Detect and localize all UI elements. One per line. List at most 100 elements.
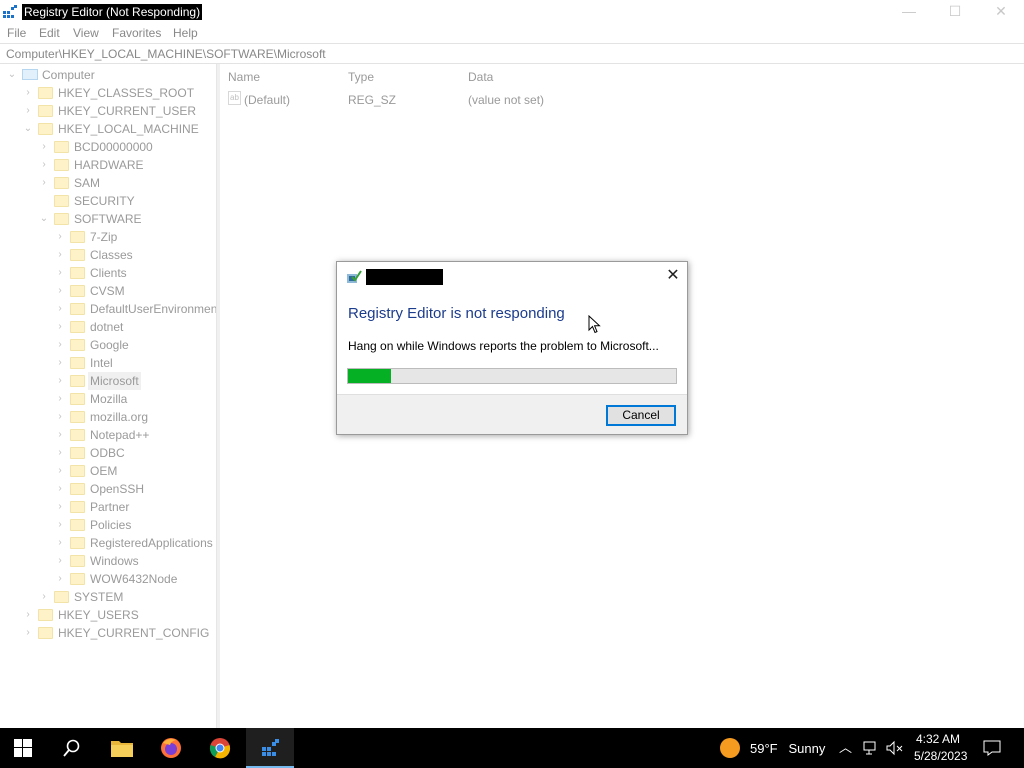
menu-favorites[interactable]: Favorites bbox=[112, 26, 161, 41]
start-button[interactable] bbox=[14, 739, 32, 757]
tree-node[interactable]: › RegisteredApplications bbox=[0, 534, 216, 552]
tree-node[interactable]: › SAM bbox=[0, 174, 216, 192]
chevron-right-icon[interactable]: › bbox=[54, 570, 66, 588]
tree-node[interactable]: ⌄ SOFTWARE bbox=[0, 210, 216, 228]
tree-node[interactable]: ⌄ HKEY_LOCAL_MACHINE bbox=[0, 120, 216, 138]
search-icon[interactable] bbox=[63, 739, 81, 757]
value-name[interactable]: (Default) bbox=[244, 93, 290, 107]
tree-node[interactable]: › HKEY_USERS bbox=[0, 606, 216, 624]
report-progress-bar bbox=[347, 368, 677, 384]
tree-node[interactable]: › 7-Zip bbox=[0, 228, 216, 246]
sunny-weather-icon[interactable] bbox=[720, 738, 740, 758]
chevron-right-icon[interactable]: › bbox=[54, 426, 66, 444]
tree-node[interactable]: › ODBC bbox=[0, 444, 216, 462]
folder-icon bbox=[70, 573, 85, 585]
tree-node[interactable]: › dotnet bbox=[0, 318, 216, 336]
chevron-right-icon[interactable]: › bbox=[54, 552, 66, 570]
volume-muted-icon[interactable] bbox=[886, 740, 904, 756]
chevron-up-icon[interactable]: ︿ bbox=[839, 740, 852, 756]
tree-node[interactable]: › Notepad++ bbox=[0, 426, 216, 444]
close-window-button[interactable]: ✕ bbox=[978, 0, 1024, 24]
dialog-message: Hang on while Windows reports the proble… bbox=[348, 339, 659, 353]
chevron-right-icon[interactable]: › bbox=[54, 462, 66, 480]
tree-node[interactable]: › DefaultUserEnvironmen bbox=[0, 300, 216, 318]
tree-node[interactable]: › Partner bbox=[0, 498, 216, 516]
chevron-right-icon[interactable]: › bbox=[54, 408, 66, 426]
address-bar[interactable]: Computer\HKEY_LOCAL_MACHINE\SOFTWARE\Mic… bbox=[0, 43, 1024, 64]
tree-node[interactable]: › Policies bbox=[0, 516, 216, 534]
minimize-button[interactable]: — bbox=[886, 0, 932, 24]
menu-view[interactable]: View bbox=[73, 26, 99, 41]
tree-node[interactable]: › OEM bbox=[0, 462, 216, 480]
chevron-down-icon[interactable]: ⌄ bbox=[22, 120, 34, 138]
chevron-right-icon[interactable]: › bbox=[54, 318, 66, 336]
file-explorer-icon[interactable] bbox=[111, 739, 133, 757]
chevron-right-icon[interactable]: › bbox=[54, 444, 66, 462]
tree-node-computer[interactable]: ⌄ Computer bbox=[0, 66, 216, 84]
tree-node[interactable]: › OpenSSH bbox=[0, 480, 216, 498]
column-header-name[interactable]: Name bbox=[228, 70, 260, 84]
weather-widget[interactable]: 59°F Sunny bbox=[750, 741, 825, 756]
chevron-right-icon[interactable]: › bbox=[54, 354, 66, 372]
tree-node[interactable]: › WOW6432Node bbox=[0, 570, 216, 588]
chevron-down-icon[interactable]: ⌄ bbox=[38, 210, 50, 228]
tree-node[interactable]: › Microsoft bbox=[0, 372, 216, 390]
chevron-right-icon[interactable]: › bbox=[54, 336, 66, 354]
menu-file[interactable]: File bbox=[7, 26, 26, 41]
chevron-right-icon[interactable]: › bbox=[38, 138, 50, 156]
tree-node[interactable]: › Google bbox=[0, 336, 216, 354]
chevron-right-icon[interactable]: › bbox=[54, 516, 66, 534]
tree-node[interactable]: › Windows bbox=[0, 552, 216, 570]
tree-node[interactable]: › SYSTEM bbox=[0, 588, 216, 606]
chevron-right-icon[interactable]: › bbox=[22, 84, 34, 102]
tree-node[interactable]: › CVSM bbox=[0, 282, 216, 300]
tree-node[interactable]: › Classes bbox=[0, 246, 216, 264]
title-bar[interactable]: Registry Editor (Not Responding) — ☐ ✕ bbox=[0, 0, 1024, 24]
tree-node[interactable]: › Intel bbox=[0, 354, 216, 372]
chevron-right-icon[interactable]: › bbox=[38, 174, 50, 192]
chevron-right-icon[interactable]: › bbox=[54, 228, 66, 246]
tree-label: HKEY_CURRENT_CONFIG bbox=[58, 626, 210, 640]
tree-node[interactable]: › Mozilla bbox=[0, 390, 216, 408]
tree-label: SYSTEM bbox=[74, 590, 124, 604]
close-icon[interactable]: ✕ bbox=[663, 266, 683, 286]
chevron-right-icon[interactable]: › bbox=[54, 300, 66, 318]
tree-node[interactable]: › HKEY_CURRENT_CONFIG bbox=[0, 624, 216, 642]
registry-editor-taskbar-button[interactable] bbox=[246, 728, 294, 768]
tree-label: CVSM bbox=[90, 284, 125, 298]
chevron-right-icon[interactable]: › bbox=[54, 480, 66, 498]
chevron-right-icon[interactable]: › bbox=[54, 390, 66, 408]
chevron-right-icon[interactable]: › bbox=[54, 372, 66, 390]
tree-node[interactable]: › HARDWARE bbox=[0, 156, 216, 174]
chevron-right-icon[interactable]: › bbox=[54, 282, 66, 300]
chevron-right-icon[interactable]: › bbox=[54, 534, 66, 552]
column-header-type[interactable]: Type bbox=[348, 70, 374, 84]
chrome-icon[interactable] bbox=[209, 737, 231, 759]
chevron-right-icon[interactable]: › bbox=[54, 498, 66, 516]
tree-node[interactable]: › BCD00000000 bbox=[0, 138, 216, 156]
chevron-right-icon[interactable]: › bbox=[38, 156, 50, 174]
chevron-right-icon[interactable]: › bbox=[54, 264, 66, 282]
tree-node[interactable]: › Clients bbox=[0, 264, 216, 282]
chevron-right-icon[interactable]: › bbox=[38, 588, 50, 606]
cancel-button[interactable]: Cancel bbox=[606, 405, 676, 426]
menu-help[interactable]: Help bbox=[173, 26, 198, 41]
tree-node[interactable]: › HKEY_CLASSES_ROOT bbox=[0, 84, 216, 102]
firefox-icon[interactable] bbox=[160, 737, 182, 759]
chevron-right-icon[interactable]: › bbox=[22, 102, 34, 120]
tree-node[interactable]: › mozilla.org bbox=[0, 408, 216, 426]
key-tree-pane[interactable]: ⌄ Computer › HKEY_CLASSES_ROOT › HKEY_CURRE… bbox=[0, 64, 217, 728]
clock-time[interactable]: 4:32 AM bbox=[916, 732, 960, 746]
chevron-down-icon[interactable]: ⌄ bbox=[6, 66, 18, 84]
clock-date[interactable]: 5/28/2023 bbox=[914, 749, 967, 763]
maximize-button[interactable]: ☐ bbox=[932, 0, 978, 24]
tree-node[interactable]: › HKEY_CURRENT_USER bbox=[0, 102, 216, 120]
network-icon[interactable] bbox=[863, 740, 879, 756]
notifications-icon[interactable] bbox=[983, 740, 1001, 756]
chevron-right-icon[interactable]: › bbox=[54, 246, 66, 264]
tree-node[interactable]: SECURITY bbox=[0, 192, 216, 210]
chevron-right-icon[interactable]: › bbox=[22, 606, 34, 624]
chevron-right-icon[interactable]: › bbox=[22, 624, 34, 642]
column-header-data[interactable]: Data bbox=[468, 70, 493, 84]
menu-edit[interactable]: Edit bbox=[39, 26, 60, 41]
